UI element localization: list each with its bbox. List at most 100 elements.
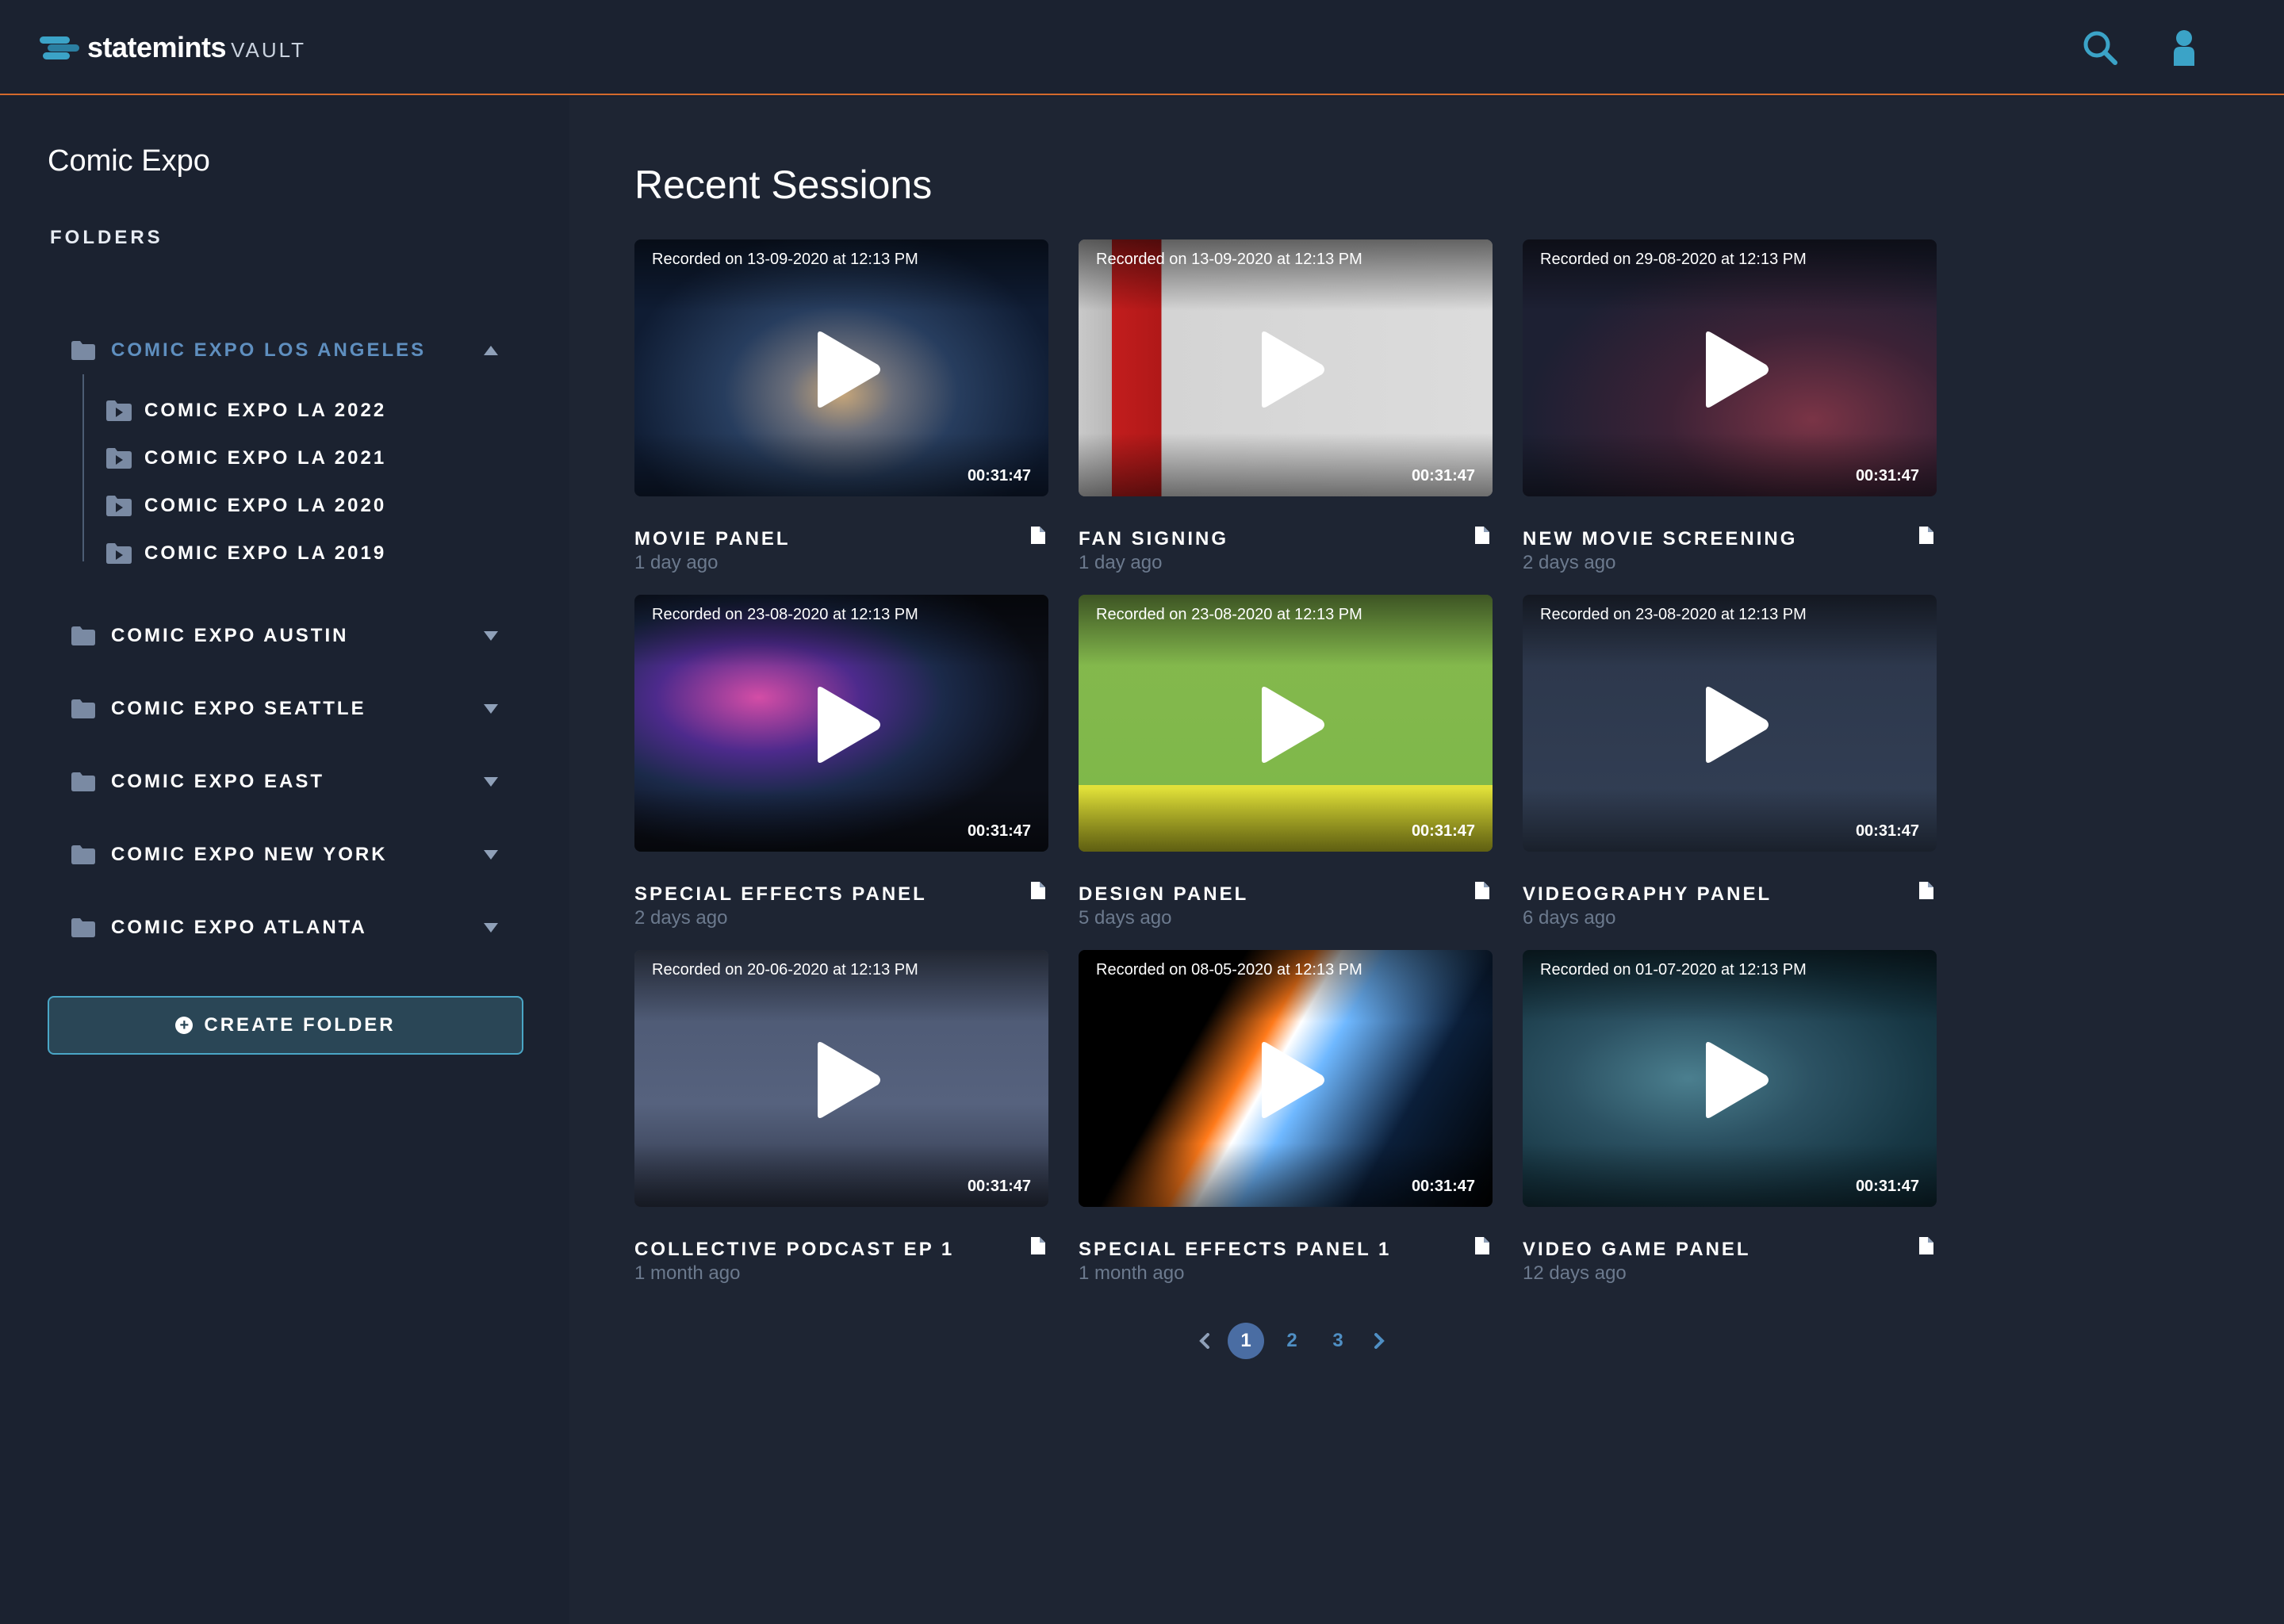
session-title[interactable]: VIDEOGRAPHY PANEL <box>1523 883 1772 906</box>
file-icon[interactable] <box>1473 527 1489 544</box>
session-age: 2 days ago <box>634 907 728 929</box>
session-card[interactable]: Recorded on 23-08-2020 at 12:13 PM 00:31… <box>1523 595 1937 929</box>
user-icon[interactable] <box>2159 22 2209 73</box>
session-title[interactable]: FAN SIGNING <box>1079 528 1228 550</box>
folder-label: COMIC EXPO ATLANTA <box>111 917 367 938</box>
session-title[interactable]: SPECIAL EFFECTS PANEL 1 <box>1079 1239 1391 1261</box>
recorded-date: Recorded on 23-08-2020 at 12:13 PM <box>1096 606 1362 623</box>
play-icon[interactable] <box>811 685 883 764</box>
video-duration: 00:31:47 <box>1855 1178 1919 1195</box>
file-icon[interactable] <box>1029 527 1045 544</box>
recorded-date: Recorded on 01-07-2020 at 12:13 PM <box>1540 961 1807 979</box>
recorded-date: Recorded on 13-09-2020 at 12:13 PM <box>1096 251 1362 268</box>
play-icon[interactable] <box>1255 685 1327 764</box>
file-icon[interactable] <box>1473 882 1489 899</box>
chevron-down-icon[interactable] <box>482 627 500 645</box>
play-icon[interactable] <box>1255 1040 1327 1120</box>
subfolder-label: COMIC EXPO LA 2021 <box>144 447 387 469</box>
folder-comic-expo-austin[interactable]: COMIC EXPO AUSTIN <box>71 619 500 653</box>
file-icon[interactable] <box>1473 1237 1489 1254</box>
file-icon[interactable] <box>1918 882 1933 899</box>
session-card[interactable]: Recorded on 23-08-2020 at 12:13 PM 00:31… <box>634 595 1048 929</box>
recorded-date: Recorded on 08-05-2020 at 12:13 PM <box>1096 961 1362 979</box>
play-icon[interactable] <box>1700 685 1771 764</box>
video-duration: 00:31:47 <box>1411 467 1475 485</box>
video-folder-icon <box>106 400 132 421</box>
session-title[interactable]: NEW MOVIE SCREENING <box>1523 528 1797 550</box>
session-card[interactable]: Recorded on 08-05-2020 at 12:13 PM 00:31… <box>1079 950 1493 1284</box>
video-thumbnail[interactable]: Recorded on 29-08-2020 at 12:13 PM 00:31… <box>1523 239 1937 496</box>
brand-logo[interactable]: statemints VAULT <box>40 31 306 63</box>
chevron-down-icon[interactable] <box>482 773 500 791</box>
file-icon[interactable] <box>1918 1237 1933 1254</box>
chevron-right-icon[interactable] <box>1361 1323 1397 1359</box>
folder-comic-expo-los-angeles[interactable]: COMIC EXPO LOS ANGELES <box>71 333 500 368</box>
session-card[interactable]: Recorded on 01-07-2020 at 12:13 PM 00:31… <box>1523 950 1937 1284</box>
sidebar-title: Comic Expo <box>48 144 210 178</box>
plus-circle-icon: + <box>175 1017 194 1034</box>
video-thumbnail[interactable]: Recorded on 23-08-2020 at 12:13 PM 00:31… <box>634 595 1048 852</box>
session-title[interactable]: VIDEO GAME PANEL <box>1523 1239 1751 1261</box>
chevron-up-icon[interactable] <box>482 342 500 359</box>
session-title[interactable]: COLLECTIVE PODCAST EP 1 <box>634 1239 954 1261</box>
chevron-down-icon[interactable] <box>482 846 500 864</box>
subfolder-label: COMIC EXPO LA 2022 <box>144 400 387 421</box>
folder-icon <box>71 626 95 645</box>
video-thumbnail[interactable]: Recorded on 23-08-2020 at 12:13 PM 00:31… <box>1079 595 1493 852</box>
recorded-date: Recorded on 20-06-2020 at 12:13 PM <box>652 961 918 979</box>
video-thumbnail[interactable]: Recorded on 20-06-2020 at 12:13 PM 00:31… <box>634 950 1048 1207</box>
folder-comic-expo-atlanta[interactable]: COMIC EXPO ATLANTA <box>71 910 500 945</box>
page-title: Recent Sessions <box>634 163 933 207</box>
session-card[interactable]: Recorded on 20-06-2020 at 12:13 PM 00:31… <box>634 950 1048 1284</box>
play-icon[interactable] <box>811 1040 883 1120</box>
video-thumbnail[interactable]: Recorded on 13-09-2020 at 12:13 PM 00:31… <box>634 239 1048 496</box>
play-icon[interactable] <box>1700 1040 1771 1120</box>
chevron-down-icon[interactable] <box>482 919 500 936</box>
subfolder-comic-expo-la-2021[interactable]: COMIC EXPO LA 2021 <box>106 442 423 474</box>
create-folder-button[interactable]: + CREATE FOLDER <box>48 996 523 1055</box>
folder-comic-expo-seattle[interactable]: COMIC EXPO SEATTLE <box>71 691 500 726</box>
video-duration: 00:31:47 <box>967 822 1031 840</box>
file-icon[interactable] <box>1918 527 1933 544</box>
recorded-date: Recorded on 23-08-2020 at 12:13 PM <box>652 606 918 623</box>
play-icon[interactable] <box>811 330 883 409</box>
video-thumbnail[interactable]: Recorded on 08-05-2020 at 12:13 PM 00:31… <box>1079 950 1493 1207</box>
subfolder-label: COMIC EXPO LA 2020 <box>144 495 387 516</box>
subfolder-comic-expo-la-2020[interactable]: COMIC EXPO LA 2020 <box>106 490 423 522</box>
subfolder-comic-expo-la-2019[interactable]: COMIC EXPO LA 2019 <box>106 538 423 569</box>
chevron-left-icon[interactable] <box>1186 1323 1223 1359</box>
play-icon[interactable] <box>1255 330 1327 409</box>
search-icon[interactable] <box>2075 22 2125 73</box>
session-card[interactable]: Recorded on 29-08-2020 at 12:13 PM 00:31… <box>1523 239 1937 573</box>
play-icon[interactable] <box>1700 330 1771 409</box>
session-card[interactable]: Recorded on 23-08-2020 at 12:13 PM 00:31… <box>1079 595 1493 929</box>
session-title[interactable]: DESIGN PANEL <box>1079 883 1248 906</box>
session-age: 2 days ago <box>1523 552 1616 573</box>
video-thumbnail[interactable]: Recorded on 13-09-2020 at 12:13 PM 00:31… <box>1079 239 1493 496</box>
session-title[interactable]: SPECIAL EFFECTS PANEL <box>634 883 927 906</box>
session-title[interactable]: MOVIE PANEL <box>634 528 791 550</box>
folder-icon <box>71 699 95 718</box>
page-button[interactable]: 3 <box>1320 1323 1356 1359</box>
page-button[interactable]: 2 <box>1274 1323 1310 1359</box>
folder-comic-expo-new-york[interactable]: COMIC EXPO NEW YORK <box>71 837 500 872</box>
brand-name: statemints <box>87 31 227 63</box>
video-thumbnail[interactable]: Recorded on 23-08-2020 at 12:13 PM 00:31… <box>1523 595 1937 852</box>
session-card[interactable]: Recorded on 13-09-2020 at 12:13 PM 00:31… <box>634 239 1048 573</box>
page-button[interactable]: 1 <box>1228 1323 1264 1359</box>
video-duration: 00:31:47 <box>1411 822 1475 840</box>
video-thumbnail[interactable]: Recorded on 01-07-2020 at 12:13 PM 00:31… <box>1523 950 1937 1207</box>
chevron-down-icon[interactable] <box>482 700 500 718</box>
session-age: 1 month ago <box>634 1262 741 1284</box>
video-duration: 00:31:47 <box>1411 1178 1475 1195</box>
create-folder-label: CREATE FOLDER <box>204 1014 396 1036</box>
subfolder-comic-expo-la-2022[interactable]: COMIC EXPO LA 2022 <box>106 395 423 427</box>
folder-comic-expo-east[interactable]: COMIC EXPO EAST <box>71 764 500 799</box>
file-icon[interactable] <box>1029 1237 1045 1254</box>
video-folder-icon <box>106 496 132 516</box>
session-card[interactable]: Recorded on 13-09-2020 at 12:13 PM 00:31… <box>1079 239 1493 573</box>
folder-label: COMIC EXPO AUSTIN <box>111 625 349 646</box>
subfolder-label: COMIC EXPO LA 2019 <box>144 542 387 564</box>
file-icon[interactable] <box>1029 882 1045 899</box>
session-age: 1 day ago <box>1079 552 1163 573</box>
